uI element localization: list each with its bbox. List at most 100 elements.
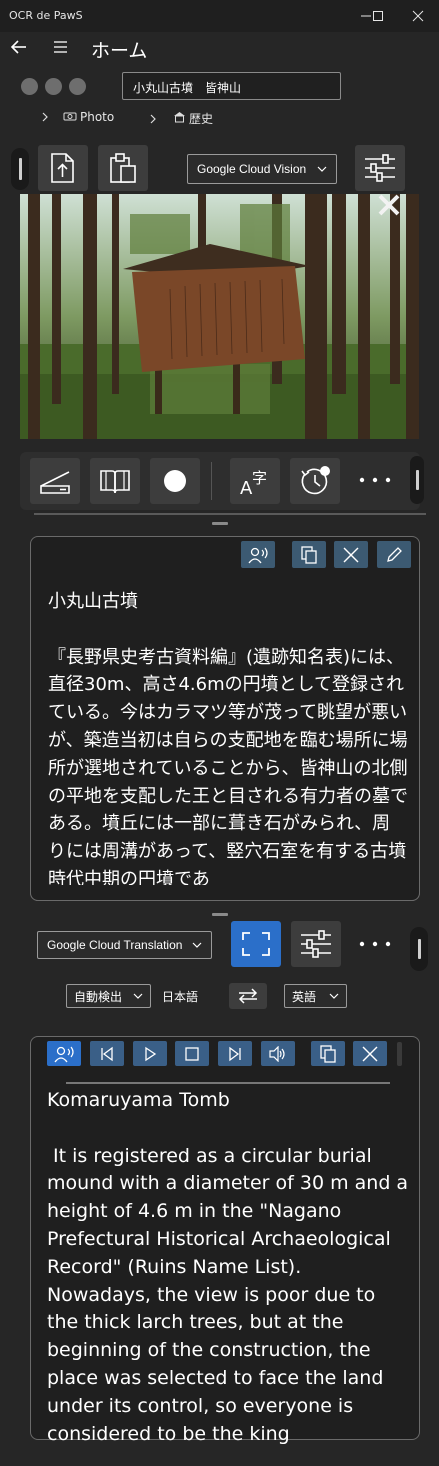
- ocr-settings-button[interactable]: [355, 145, 405, 191]
- hamburger-icon: [54, 41, 67, 53]
- close-icon: [362, 1046, 378, 1061]
- menu-button[interactable]: [51, 37, 71, 57]
- play-icon: [145, 1046, 157, 1061]
- book-button[interactable]: [90, 458, 140, 504]
- ocr-text[interactable]: 小丸山古墳 『長野県史考古資料編』(遺跡知名表)には、直径30m、高さ4.6mの…: [48, 588, 408, 894]
- source-language-select[interactable]: 自動検出: [66, 984, 151, 1008]
- toolbar-divider: [211, 462, 212, 500]
- maximize-icon: [373, 11, 383, 21]
- toolbar-scroll-indicator: [397, 1042, 402, 1066]
- status-dot: [45, 78, 62, 95]
- page-title: ホーム: [91, 40, 148, 62]
- translation-engine-select[interactable]: Google Cloud Translation: [37, 931, 212, 959]
- detected-language: 日本語: [162, 990, 199, 1004]
- close-icon: [412, 10, 424, 22]
- maximize-button[interactable]: [358, 0, 398, 32]
- swap-languages-button[interactable]: [229, 983, 267, 1009]
- skip-back-icon: [101, 1046, 113, 1061]
- translate-icon: A 字: [240, 469, 267, 497]
- capture-region-button[interactable]: [231, 921, 281, 967]
- swap-icon: [238, 988, 258, 1004]
- pencil-icon: [387, 546, 402, 562]
- status-dot: [69, 78, 86, 95]
- volume-icon: [269, 1045, 285, 1062]
- clipboard-icon: [110, 153, 136, 183]
- breadcrumb-label: Photo: [80, 110, 115, 124]
- read-aloud-button[interactable]: [241, 541, 275, 568]
- copy-button[interactable]: [292, 541, 326, 568]
- left-pane-grip[interactable]: [11, 148, 29, 190]
- close-icon: [343, 547, 359, 562]
- chevron-down-icon: [329, 993, 339, 999]
- volume-button[interactable]: [261, 1041, 295, 1066]
- chevron-down-icon: [317, 166, 327, 172]
- speaker-person-icon: [248, 547, 268, 563]
- sliders-icon: [301, 930, 331, 958]
- right-pane-grip[interactable]: [410, 456, 424, 504]
- open-file-button[interactable]: [38, 145, 88, 191]
- status-dot: [21, 78, 38, 95]
- chevron-down-icon: [192, 942, 202, 948]
- breadcrumb-label: 歴史: [189, 112, 214, 126]
- translate-button[interactable]: A 字: [230, 458, 280, 504]
- next-button[interactable]: [218, 1041, 252, 1066]
- scanner-button[interactable]: [30, 458, 80, 504]
- history-icon: [301, 466, 330, 495]
- breadcrumb-history[interactable]: 歴史: [148, 110, 213, 127]
- splitter-handle[interactable]: [212, 913, 228, 916]
- ocr-engine-label: Google Cloud Vision: [197, 162, 307, 176]
- read-aloud-button[interactable]: [47, 1041, 81, 1066]
- clear-button[interactable]: [334, 541, 368, 568]
- record-button[interactable]: [150, 458, 200, 504]
- paste-button[interactable]: [98, 145, 148, 191]
- location-field[interactable]: 小丸山古墳 皆神山: [122, 72, 341, 100]
- text-scroll-indicator: [66, 1082, 390, 1084]
- copy-icon: [320, 1044, 336, 1063]
- translation-settings-button[interactable]: [291, 921, 341, 967]
- breadcrumb-photo[interactable]: Photo: [40, 110, 114, 124]
- ocr-engine-select[interactable]: Google Cloud Vision: [187, 154, 337, 184]
- record-icon: [164, 470, 186, 492]
- divider: [34, 513, 426, 515]
- target-language-select[interactable]: 英語: [284, 984, 347, 1008]
- more-button[interactable]: [356, 934, 396, 954]
- clear-button[interactable]: [353, 1041, 387, 1066]
- history-button[interactable]: [290, 458, 340, 504]
- translation-engine-label: Google Cloud Translation: [47, 938, 183, 952]
- stop-icon: [185, 1046, 199, 1061]
- skip-forward-icon: [229, 1046, 241, 1061]
- back-button[interactable]: [9, 37, 29, 57]
- play-button[interactable]: [133, 1041, 167, 1066]
- shrine-icon: [173, 111, 186, 126]
- splitter-handle[interactable]: [212, 522, 228, 525]
- right-pane-grip[interactable]: [410, 927, 428, 971]
- more-button[interactable]: [356, 470, 396, 490]
- speaker-person-icon: [54, 1046, 74, 1062]
- translation-text[interactable]: Komaruyama Tomb It is registered as a ci…: [47, 1087, 409, 1448]
- back-arrow-icon: [10, 40, 26, 54]
- remove-photo-button[interactable]: [376, 193, 402, 217]
- copy-button[interactable]: [311, 1041, 345, 1066]
- target-language-label: 英語: [292, 989, 317, 1004]
- file-upload-icon: [51, 153, 74, 183]
- more-icon: [359, 941, 391, 947]
- fullscreen-capture-icon: [242, 932, 270, 956]
- more-icon: [359, 477, 391, 483]
- edit-button[interactable]: [377, 541, 411, 568]
- app-title: OCR de PawS: [9, 9, 83, 22]
- svg-text:字: 字: [252, 469, 267, 487]
- scanner-icon: [40, 471, 70, 494]
- camera-icon: [63, 110, 77, 124]
- chevron-right-icon: [42, 112, 48, 122]
- stop-button[interactable]: [175, 1041, 209, 1066]
- source-language-label: 自動検出: [74, 989, 123, 1004]
- book-icon: [100, 470, 130, 494]
- previous-button[interactable]: [90, 1041, 124, 1066]
- sliders-icon: [365, 154, 395, 182]
- chevron-down-icon: [133, 993, 143, 999]
- source-photo: [20, 194, 419, 439]
- copy-icon: [301, 545, 317, 564]
- close-window-button[interactable]: [398, 0, 438, 32]
- close-icon: [378, 194, 400, 216]
- chevron-right-icon: [150, 114, 156, 123]
